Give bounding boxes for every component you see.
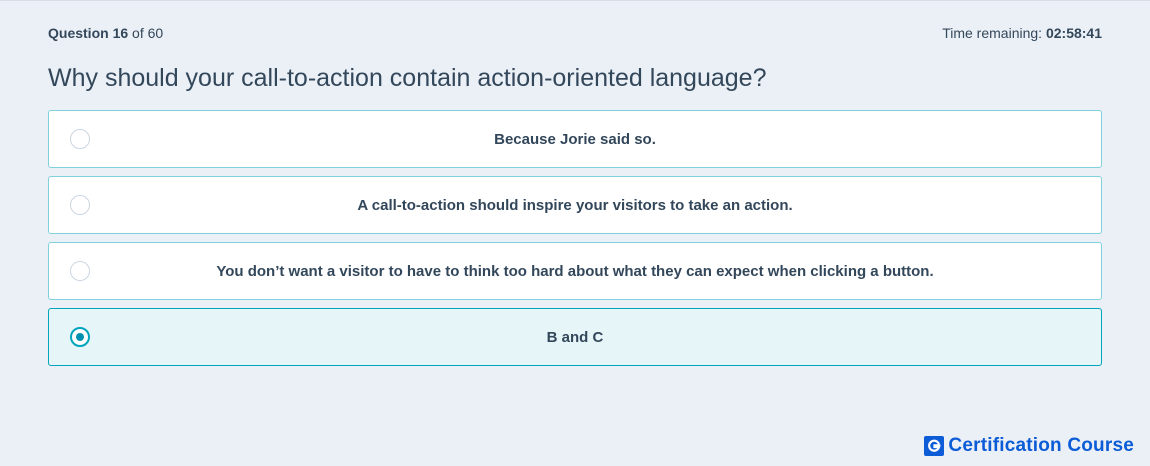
answer-option-label: A call-to-action should inspire your vis… [357,196,793,214]
answer-option-c[interactable]: You don’t want a visitor to have to thin… [48,242,1102,300]
answer-options: Because Jorie said so. A call-to-action … [48,110,1102,374]
radio-button-c[interactable] [70,261,90,281]
question-prefix: Question [48,25,109,41]
answer-option-label: Because Jorie said so. [494,130,656,148]
answer-option-a[interactable]: Because Jorie said so. [48,110,1102,168]
timer: Time remaining: 02:58:41 [942,25,1102,41]
answer-option-d[interactable]: B and C [48,308,1102,366]
question-counter: Question 16 of 60 [48,25,163,41]
top-divider [0,0,1150,1]
radio-button-b[interactable] [70,195,90,215]
question-total: of 60 [132,25,164,41]
question-text: Why should your call-to-action contain a… [48,64,767,92]
timer-value: 02:58:41 [1045,25,1102,41]
brand-logo: Certification Course [924,435,1134,457]
answer-option-b[interactable]: A call-to-action should inspire your vis… [48,176,1102,234]
brand-name: Certification Course [948,435,1134,456]
question-number: 16 [112,25,129,41]
answer-option-label: B and C [546,328,604,346]
radio-button-a[interactable] [70,129,90,149]
radio-button-d[interactable] [70,327,90,347]
answer-option-label: You don’t want a visitor to have to thin… [216,262,934,280]
timer-label: Time remaining: [942,25,1043,41]
g-logo-icon [924,436,945,456]
